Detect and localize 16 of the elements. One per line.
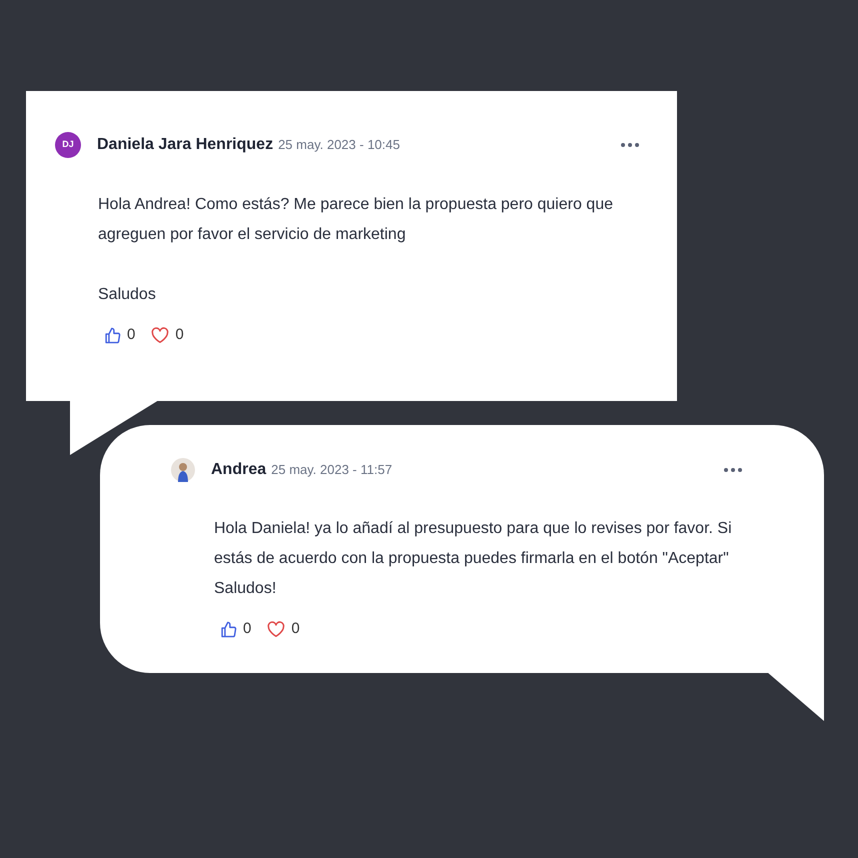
avatar [171, 458, 195, 482]
author-name: Andrea [211, 460, 266, 480]
comment-text: Hola Andrea! Como estás? Me parece bien la propuesta pero quiero que agreguen por favor el servicio de marketing Saludos [98, 195, 614, 305]
like-button[interactable]: 0 [104, 324, 136, 346]
thumbs-up-icon [220, 620, 237, 638]
heart-icon [267, 620, 286, 638]
heart-button[interactable]: 0 [267, 618, 300, 640]
comment-text: Hola Daniela! ya lo añadí al presupuesto para que lo revises por favor. Si estás de acuerdo con la propuesta puedes firmarla en el botón "Aceptar" Saludos! [214, 519, 733, 599]
comment-date: 25 may. 2023 - 10:45 [278, 136, 400, 154]
author-name: Daniela Jara Henriquez [97, 135, 274, 155]
heart-icon [151, 326, 170, 344]
like-button[interactable]: 0 [220, 618, 252, 640]
comment-date: 25 may. 2023 - 11:57 [271, 461, 392, 479]
thumbs-up-icon [104, 326, 121, 344]
avatar: DJ [55, 132, 81, 158]
heart-button[interactable]: 0 [151, 324, 184, 346]
